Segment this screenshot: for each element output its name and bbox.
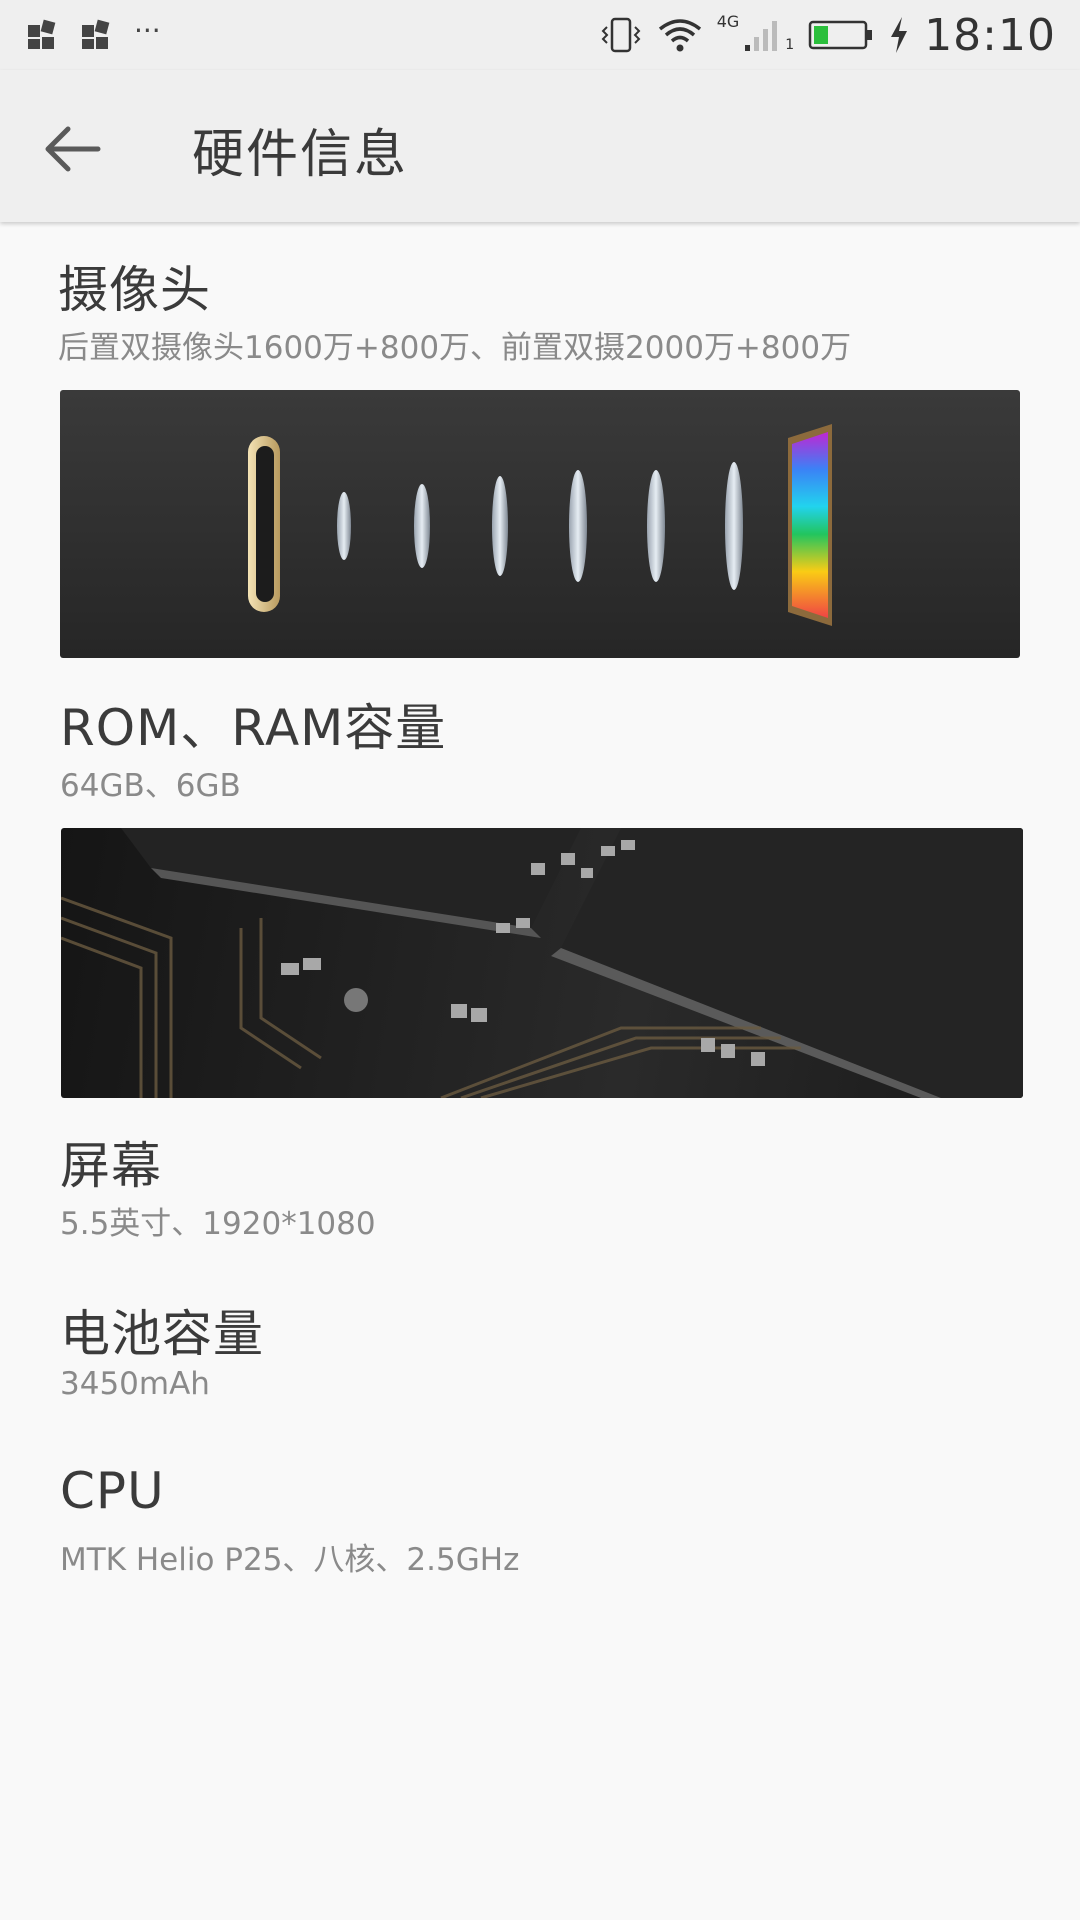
camera-lens-illustration	[248, 424, 832, 626]
section-detail-camera: 后置双摄像头1600万+800万、前置双摄2000万+800万	[58, 330, 852, 366]
charging-icon	[891, 17, 908, 53]
camera-lens-image	[60, 390, 1020, 658]
section-title-storage: ROM、RAM容量	[60, 699, 447, 757]
network-type-label: 4G	[716, 11, 740, 31]
app-notification-icon	[28, 19, 56, 49]
app-bar: 硬件信息	[0, 70, 1080, 222]
vibrate-icon	[601, 17, 641, 53]
section-detail-storage: 64GB、6GB	[60, 768, 241, 804]
wifi-icon	[658, 19, 701, 52]
system-status: 4G 1 18:10	[599, 9, 1056, 61]
back-button[interactable]	[38, 114, 108, 184]
circuit-board-image	[61, 828, 1023, 1098]
signal-icon	[745, 21, 778, 51]
arrow-left-icon	[45, 126, 101, 172]
sim-slot-label: 1	[785, 37, 795, 53]
app-notification-icon	[82, 19, 110, 49]
clock: 18:10	[924, 9, 1056, 61]
more-notifications-icon: ···	[134, 14, 161, 47]
notification-area: ···	[26, 14, 161, 51]
section-detail-cpu: MTK Helio P25、八核、2.5GHz	[60, 1542, 520, 1578]
circuit-board-illustration	[61, 828, 1023, 1098]
status-bar: ··· 4G 1 18:10	[0, 0, 1080, 70]
battery-icon	[808, 20, 873, 50]
section-title-battery: 电池容量	[60, 1305, 264, 1363]
section-title-cpu: CPU	[60, 1462, 165, 1520]
section-title-camera: 摄像头	[58, 261, 211, 319]
section-detail-battery: 3450mAh	[60, 1366, 210, 1402]
section-detail-screen: 5.5英寸、1920*1080	[60, 1206, 376, 1242]
section-title-screen: 屏幕	[60, 1137, 162, 1195]
page-title: 硬件信息	[192, 125, 409, 185]
